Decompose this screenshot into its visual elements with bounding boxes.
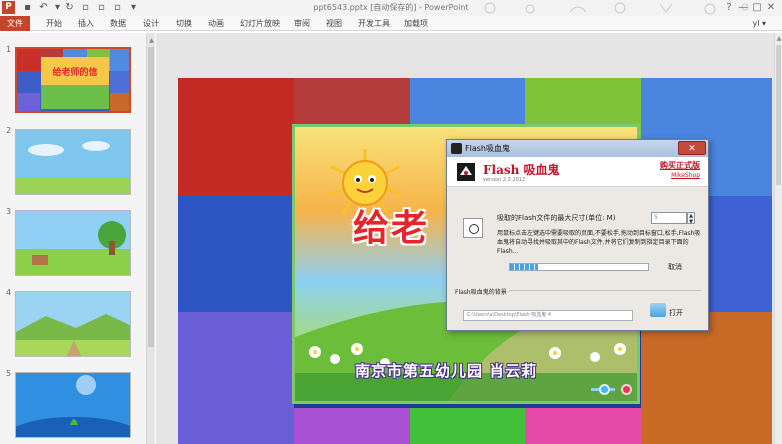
dialog-close-button[interactable]: ✕ [678, 141, 706, 155]
output-path-input[interactable]: C:\Users\a\Desktop\Flash 吸血鬼 4 [463, 310, 633, 321]
slide-thumbnail-5-preview-icon [16, 373, 130, 437]
tab-file[interactable]: 文件 [0, 16, 30, 31]
max-size-spinner[interactable]: ▲ ▼ [687, 212, 695, 225]
maximize-button[interactable]: □ [750, 2, 764, 14]
open-button[interactable]: 打开 [669, 308, 683, 318]
tab-slideshow[interactable]: 幻灯片放映 [240, 16, 280, 31]
background-group-label: Flash吸血鬼的背景 [455, 287, 509, 296]
tab-transitions[interactable]: 切换 [176, 16, 192, 31]
slide-grid-cell [178, 312, 294, 444]
slide-thumbnail-2-preview-icon [16, 130, 130, 194]
slide-thumbnail-4[interactable] [15, 291, 131, 357]
slide-thumbnail-3-preview-icon [16, 211, 130, 275]
dialog-title-bar[interactable]: Flash吸血鬼 ✕ [447, 140, 708, 157]
slide-scrollbar-thumb[interactable] [776, 45, 781, 185]
stop-button-icon[interactable] [621, 384, 632, 395]
vampire-logo-icon [457, 163, 475, 181]
play-button-icon[interactable] [599, 384, 610, 395]
tab-design[interactable]: 设计 [143, 16, 159, 31]
tab-animations[interactable]: 动画 [208, 16, 224, 31]
tab-insert[interactable]: 插入 [78, 16, 94, 31]
scroll-up-icon[interactable]: ▲ [147, 37, 156, 45]
user-account[interactable]: yl ▾ [752, 16, 766, 31]
picture-title-text: 给老 [353, 207, 430, 249]
close-button[interactable]: ✕ [764, 2, 778, 14]
slide-thumbnail-pane: 1 给老师的信 2 3 4 5 [0, 33, 146, 444]
max-size-label: 吸取的Flash文件的最大尺寸(单位: M) [497, 214, 616, 222]
flash-app-icon [451, 143, 462, 154]
dialog-version: version 2.3 2012 [483, 177, 526, 183]
dialog-header: Flash 吸血鬼 version 2.3 2012 购买正式版 MikeSho… [447, 157, 708, 187]
slide-scrollbar[interactable]: ▲ [774, 33, 782, 444]
cancel-button[interactable]: 取消 [668, 262, 682, 272]
cartoon-decoration-icon [484, 2, 749, 15]
picture-footer-text: 南京市第五幼儿园 肖云莉 [355, 362, 538, 380]
slide-thumbnail-2[interactable] [15, 129, 131, 195]
tab-view[interactable]: 视图 [326, 16, 342, 31]
buy-full-version-link[interactable]: 购买正式版 [660, 160, 700, 171]
minimize-button[interactable]: — [736, 2, 750, 14]
thumbnail-scrollbar-thumb[interactable] [148, 47, 154, 347]
help-button[interactable]: ? [722, 2, 736, 14]
tab-home[interactable]: 开始 [46, 16, 62, 31]
max-size-input[interactable]: 5 [651, 212, 687, 224]
shop-link[interactable]: MikeShop [671, 172, 700, 179]
dialog-app-name: Flash 吸血鬼 [483, 163, 560, 177]
slide-grid-cell [525, 408, 641, 444]
slide-thumbnail-3[interactable] [15, 210, 131, 276]
slide-number: 1 [6, 45, 12, 54]
slide-number: 2 [6, 126, 12, 135]
progress-bar-fill [510, 264, 538, 270]
scroll-up-icon[interactable]: ▲ [775, 35, 782, 43]
powerpoint-window: P ▪ ↶ ▾ ↻ ▫ ▫ ▫ ▾ ppt6543.pptx [自动保存的] -… [0, 0, 782, 444]
ribbon-tab-bar: 文件 开始 插入 数据 设计 切换 动画 幻灯片放映 审阅 视图 开发工具 加载… [0, 16, 782, 31]
slide-number: 5 [6, 369, 12, 378]
slide-grid-cell [178, 78, 294, 196]
slide-grid-cell [410, 408, 525, 444]
instructions-text: 用鼠标点击左键选中需要吸取的页面,不要松手,拖动到目标窗口,松手,Flash吸血… [497, 230, 701, 255]
flash-file-icon [463, 218, 483, 238]
slide-number: 3 [6, 207, 12, 216]
folder-icon[interactable] [650, 303, 666, 317]
tab-developer[interactable]: 开发工具 [358, 16, 390, 31]
dialog-title: Flash吸血鬼 [465, 144, 510, 153]
progress-bar [509, 263, 649, 271]
flash-vampire-dialog: Flash吸血鬼 ✕ Flash 吸血鬼 version 2.3 2012 购买… [446, 139, 709, 331]
svg-text:给老师的信: 给老师的信 [52, 66, 97, 78]
tab-review[interactable]: 审阅 [294, 16, 310, 31]
slide-thumbnail-1-preview-icon: 给老师的信 [17, 49, 129, 111]
tab-data[interactable]: 数据 [110, 16, 126, 31]
slide-thumbnail-4-preview-icon [16, 292, 130, 356]
slide-grid-cell [294, 408, 410, 444]
slide-thumbnail-1[interactable]: 给老师的信 [15, 47, 131, 113]
slide-grid-cell [178, 196, 294, 312]
slide-number: 4 [6, 288, 12, 297]
title-bar: P ▪ ↶ ▾ ↻ ▫ ▫ ▫ ▾ ppt6543.pptx [自动保存的] -… [0, 0, 782, 16]
window-controls: ? — □ ✕ [722, 2, 778, 14]
slide-grid-cell [641, 312, 772, 444]
tab-addins[interactable]: 加载项 [404, 16, 428, 31]
thumbnail-scrollbar[interactable]: ▲ [146, 33, 155, 444]
slide-thumbnail-5[interactable] [15, 372, 131, 438]
